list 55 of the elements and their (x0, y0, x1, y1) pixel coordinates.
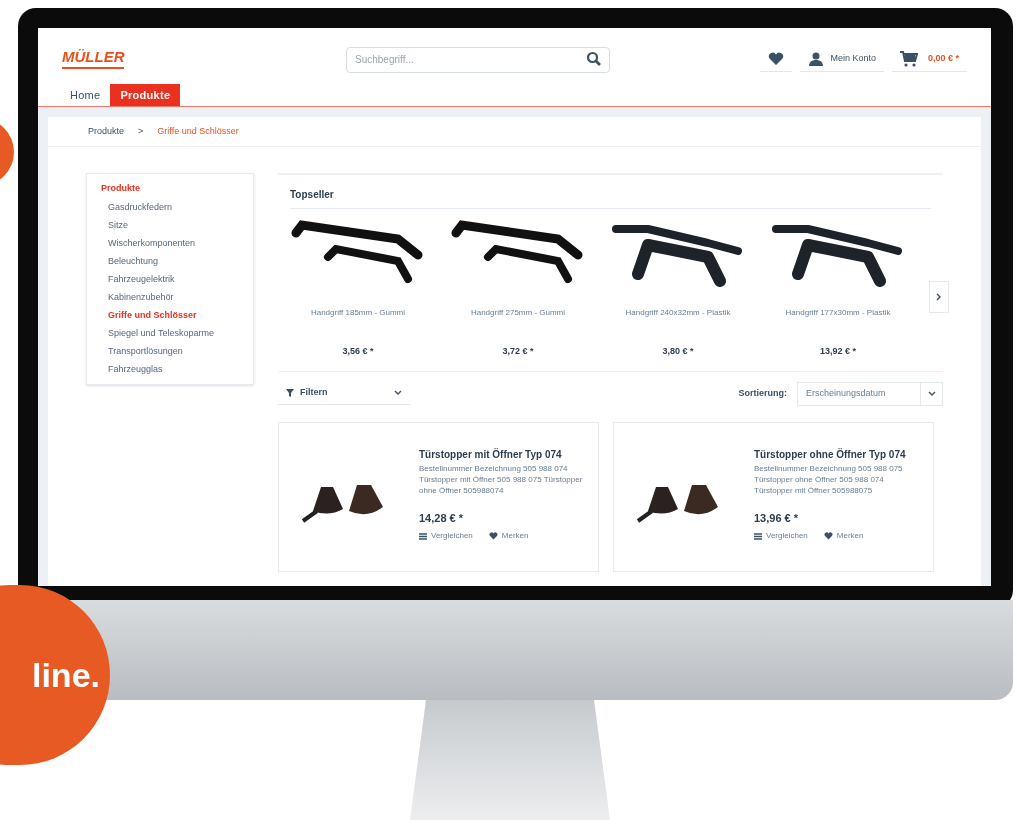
sidebar-item[interactable]: Beleuchtung (101, 253, 239, 268)
product-action-link[interactable]: Merken (823, 530, 864, 542)
list-icon (754, 532, 762, 540)
search-icon (586, 51, 602, 67)
badge-text: line. (31, 654, 100, 696)
product-title[interactable]: Türstopper ohne Öffner Typ 074 (754, 448, 924, 461)
sidebar-item[interactable]: Spiegel und Teleskoparme (101, 325, 239, 340)
chevron-down-icon (394, 390, 402, 396)
search-field[interactable]: Suchbegriff... (346, 46, 610, 73)
filter-icon (286, 389, 294, 397)
product-name[interactable]: Handgriff 185mm - Gummi (310, 307, 406, 319)
product-action-link[interactable]: Vergleichen (754, 530, 808, 542)
product-name[interactable]: Handgriff 275mm - Gummi (470, 307, 566, 319)
cart-button[interactable]: 0,00 € * (891, 46, 967, 72)
sidebar-item[interactable]: Gasdruckfedern (101, 199, 239, 214)
product-price: 14,28 € * (419, 510, 465, 526)
sort-dropdown[interactable]: Erscheinungsdatum (797, 381, 943, 406)
sidebar-item[interactable]: Sitze (101, 217, 239, 232)
sort-label: Sortierung: (738, 386, 787, 400)
product-price: 13,92 € * (820, 345, 856, 358)
product-title[interactable]: Türstopper mit Öffner Typ 074 (419, 448, 589, 461)
sidebar-item[interactable]: Transportlösungen (101, 343, 239, 358)
user-icon (808, 50, 825, 67)
nav-tab[interactable]: Produkte (110, 84, 181, 106)
chevron-right-icon (936, 293, 942, 301)
product-name[interactable]: Handgriff 177x30mm - Plastik (785, 307, 891, 319)
breadcrumb-link[interactable]: Griffe und Schlösser (157, 124, 239, 139)
sidebar-item[interactable]: Fahrzeugglas (101, 361, 239, 376)
product-price: 3,56 € * (342, 345, 374, 358)
chevron-down-icon (927, 390, 936, 397)
logo[interactable]: MÜLLER (62, 49, 124, 69)
breadcrumb-link[interactable]: Produkte (88, 124, 125, 139)
product-price: 3,72 € * (502, 345, 534, 358)
product-action-link[interactable]: Merken (488, 530, 529, 542)
section-heading: Topseller (290, 187, 931, 209)
product-name[interactable]: Handgriff 240x32mm - Plastik (625, 307, 731, 319)
product-action-link[interactable]: Vergleichen (419, 530, 473, 542)
sidebar-heading: Produkte (101, 182, 141, 195)
filter-button[interactable]: Filtern (278, 382, 410, 405)
sidebar-item[interactable]: Griffe und Schlösser (101, 307, 239, 322)
product-price: 13,96 € * (754, 510, 800, 526)
product-description: Bestellnummer Bezeichnung 505 988 074 Türstopper mit Öffner 505 988 075 Türstopper ohne Öffner 505988074 (419, 462, 584, 496)
nav-tab[interactable]: Home (60, 84, 111, 106)
list-icon (419, 532, 427, 540)
product-description: Bestellnummer Bezeichnung 505 988 075 Türstopper ohne Öffner 505 988 074 Türstopper mit Öffner 505988075 (754, 462, 904, 496)
sidebar-item[interactable]: Wischerkomponenten (101, 235, 239, 250)
sidebar-item[interactable]: Fahrzeugelektrik (101, 271, 239, 286)
cart-icon (899, 50, 918, 67)
account-button[interactable]: Mein Konto (800, 46, 884, 72)
sidebar-item[interactable]: Kabinenzubehör (101, 289, 239, 304)
breadcrumb-separator: > (138, 124, 144, 138)
heart-icon (823, 532, 833, 540)
product-price: 3,80 € * (662, 345, 694, 358)
heart-icon (488, 532, 498, 540)
heart-icon (768, 51, 785, 66)
